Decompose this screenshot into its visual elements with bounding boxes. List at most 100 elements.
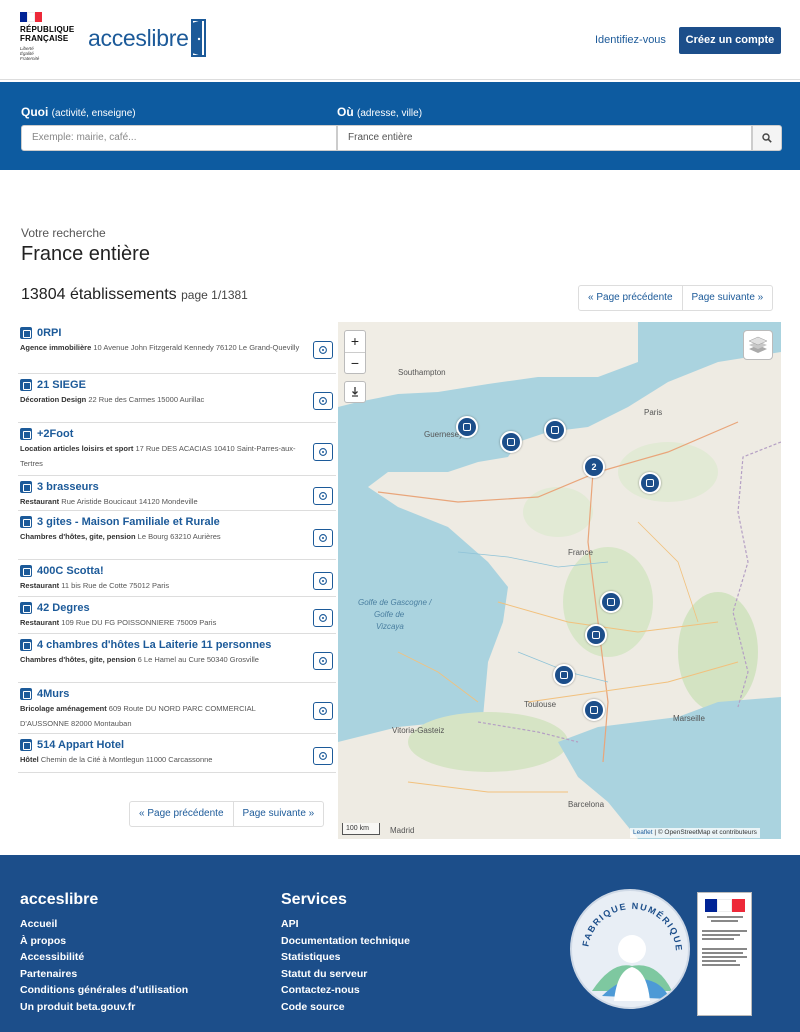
item-name[interactable]: 0RPI [37,327,61,339]
locate-on-map-button[interactable] [313,341,333,359]
footer-link[interactable]: Contactez-nous [281,982,410,999]
list-item[interactable]: 514 Appart Hotel Hôtel Chemin de la Cité … [18,734,336,773]
item-name[interactable]: 3 brasseurs [37,481,99,493]
map-attribution: Leaflet | © OpenStreetMap et contributeu… [630,828,760,838]
map-marker-bed[interactable] [456,416,478,438]
item-description: Restaurant 11 bis Rue de Cotte 75012 Par… [20,578,336,593]
geolocate-button[interactable] [344,381,366,403]
next-page-button[interactable]: Page suivante » [681,286,773,310]
what-input[interactable]: Exemple: mairie, café... [21,125,337,151]
item-category: Restaurant [20,497,60,506]
locate-on-map-button[interactable] [313,392,333,410]
list-item[interactable]: 4 chambres d'hôtes La Laiterie 11 person… [18,634,336,683]
item-title-link[interactable]: 42 Degres [20,602,336,614]
item-address: 11 bis Rue de Cotte 75012 Paris [61,581,170,590]
map-marker-tools[interactable] [553,664,575,686]
next-page-button[interactable]: Page suivante » [232,802,324,826]
item-category: Location articles loisirs et sport [20,444,134,453]
item-title-link[interactable]: 4Murs [20,688,336,700]
footer-link[interactable]: Conditions générales d'utilisation [20,982,188,999]
ministere-logo [697,892,752,1016]
locate-on-map-button[interactable] [313,747,333,765]
locate-on-map-button[interactable] [313,487,333,505]
zoom-in-button[interactable]: + [345,331,365,352]
item-name[interactable]: 21 SIEGE [37,379,86,391]
item-name[interactable]: 4 chambres d'hôtes La Laiterie 11 person… [37,639,271,651]
locate-on-map-button[interactable] [313,529,333,547]
footer-link[interactable]: Partenaires [20,966,188,983]
item-title-link[interactable]: 3 gites - Maison Familiale et Rurale [20,516,336,528]
item-name[interactable]: 3 gites - Maison Familiale et Rurale [37,516,220,528]
item-title-link[interactable]: 514 Appart Hotel [20,739,336,751]
leaflet-link[interactable]: Leaflet [633,829,653,836]
map-marker-hotel[interactable] [583,699,605,721]
list-item[interactable]: 42 Degres Restaurant 109 Rue DU FG POISSO… [18,597,336,634]
item-description: Restaurant Rue Aristide Boucicaut 14120 … [20,494,336,509]
item-name[interactable]: 514 Appart Hotel [37,739,124,751]
footer-link[interactable]: Statistiques [281,949,410,966]
where-input[interactable]: France entière [337,125,752,151]
crosshair-icon [319,448,327,456]
item-description: Restaurant 109 Rue DU FG POISSONNIERE 75… [20,615,336,630]
footer-link[interactable]: Documentation technique [281,933,410,950]
item-title-link[interactable]: 3 brasseurs [20,481,336,493]
item-description: Agence immobilière 10 Avenue John Fitzge… [20,340,336,355]
footer-link[interactable]: Statut du serveur [281,966,410,983]
footer-link[interactable]: Un produit beta.gouv.fr [20,999,188,1016]
republique-francaise-logo[interactable]: RÉPUBLIQUE FRANÇAISE Liberté Égalité Fra… [20,12,82,61]
bed-icon [463,423,471,431]
search-button[interactable] [752,125,782,151]
footer-link[interactable]: Accueil [20,916,188,933]
item-title-link[interactable]: 4 chambres d'hôtes La Laiterie 11 person… [20,639,336,651]
map-marker-restaurant[interactable] [500,431,522,453]
map-cluster-marker[interactable]: 2 [583,456,605,478]
results-list: 0RPI Agence immobilière 10 Avenue John Fi… [18,322,336,773]
map-marker-building[interactable] [544,419,566,441]
create-account-button[interactable]: Créez un compte [679,27,781,54]
list-item[interactable]: 3 gites - Maison Familiale et Rurale Cham… [18,511,336,560]
crosshair-icon [319,346,327,354]
where-hint: (adresse, ville) [357,108,423,119]
locate-on-map-button[interactable] [313,702,333,720]
item-category: Hôtel [20,755,39,764]
footer-link[interactable]: API [281,916,410,933]
locate-on-map-button[interactable] [313,572,333,590]
item-title-link[interactable]: 0RPI [20,327,336,339]
prev-page-button[interactable]: « Page précédente [579,286,682,310]
acceslibre-logo[interactable]: acceslibre [88,18,207,58]
footer-link[interactable]: À propos [20,933,188,950]
item-description: Chambres d'hôtes, gite, pension Le Bourg… [20,529,336,544]
list-item[interactable]: +2Foot Location articles loisirs et sport… [18,423,336,476]
list-item[interactable]: 0RPI Agence immobilière 10 Avenue John Fi… [18,322,336,374]
item-title-link[interactable]: 21 SIEGE [20,379,336,391]
item-name[interactable]: +2Foot [37,428,73,440]
paint-roller-icon [592,631,600,639]
list-item[interactable]: 4Murs Bricolage aménagement 609 Route DU … [18,683,336,734]
page-title: France entière [21,243,150,265]
footer-link[interactable]: Accessibilité [20,949,188,966]
footer-link[interactable]: Code source [281,999,410,1016]
item-address: Rue Aristide Boucicaut 14120 Mondeville [61,497,198,506]
item-title-link[interactable]: +2Foot [20,428,336,440]
list-item[interactable]: 21 SIEGE Décoration Design 22 Rue des Car… [18,374,336,423]
locate-on-map-button[interactable] [313,443,333,461]
bed-icon [20,639,32,651]
list-item[interactable]: 400C Scotta! Restaurant 11 bis Rue de Cot… [18,560,336,597]
map-layers-button[interactable] [743,330,773,360]
locate-on-map-button[interactable] [313,652,333,670]
item-name[interactable]: 400C Scotta! [37,565,104,577]
list-item[interactable]: 3 brasseurs Restaurant Rue Aristide Bouci… [18,476,336,511]
map-marker-sport[interactable] [639,472,661,494]
crosshair-icon [319,534,327,542]
item-title-link[interactable]: 400C Scotta! [20,565,336,577]
prev-page-button[interactable]: « Page précédente [130,802,233,826]
zoom-out-button[interactable]: − [345,352,365,373]
map-marker-bed-2[interactable] [600,591,622,613]
item-category: Restaurant [20,581,60,590]
results-map[interactable]: Southampton Guernesey Paris Golfe de Gas… [338,322,781,839]
locate-on-map-button[interactable] [313,609,333,627]
map-marker-paint-roller[interactable] [585,624,607,646]
item-name[interactable]: 42 Degres [37,602,90,614]
login-link[interactable]: Identifiez-vous [595,34,666,46]
item-name[interactable]: 4Murs [37,688,69,700]
